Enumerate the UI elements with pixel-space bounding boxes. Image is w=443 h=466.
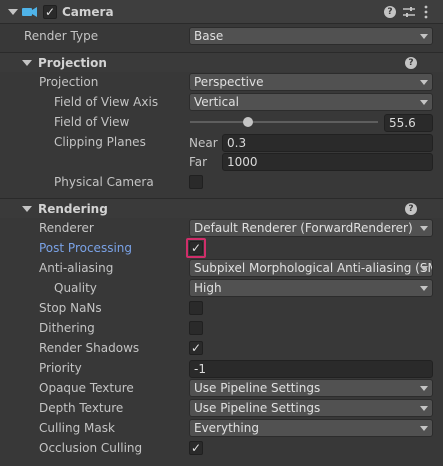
more-icon[interactable]	[423, 5, 429, 19]
dithering-label: Dithering	[39, 321, 95, 335]
help-icon[interactable]: ?	[405, 203, 417, 215]
dithering-checkbox[interactable]	[189, 321, 203, 335]
fov-slider-thumb[interactable]	[243, 117, 254, 127]
fov-axis-dropdown[interactable]: Vertical	[189, 93, 433, 111]
near-label: Near	[189, 136, 218, 150]
quality-dropdown[interactable]: High	[189, 279, 433, 297]
render-type-label: Render Type	[24, 29, 99, 43]
render-type-dropdown[interactable]: Base	[189, 27, 433, 45]
opaque-texture-value: Use Pipeline Settings	[194, 381, 321, 395]
fov-input[interactable]: 55.6	[384, 114, 433, 132]
rendering-section-title: Rendering	[38, 202, 108, 216]
projection-dropdown[interactable]: Perspective	[189, 73, 433, 91]
render-shadows-label: Render Shadows	[39, 341, 140, 355]
foldout-icon[interactable]	[22, 60, 32, 66]
priority-input[interactable]: -1	[189, 360, 433, 378]
physical-camera-checkbox[interactable]	[189, 175, 203, 189]
projection-value: Perspective	[194, 75, 264, 89]
stop-nans-label: Stop NaNs	[39, 301, 102, 315]
chevron-down-icon	[420, 286, 428, 291]
anti-aliasing-label: Anti-aliasing	[39, 261, 114, 275]
post-processing-label: Post Processing	[39, 241, 132, 255]
rendering-section-header[interactable]: Rendering ?	[0, 198, 443, 218]
culling-mask-dropdown[interactable]: Everything	[189, 419, 433, 437]
help-icon[interactable]: ?	[405, 57, 417, 69]
projection-label: Projection	[39, 75, 99, 89]
stop-nans-checkbox[interactable]	[189, 301, 203, 315]
component-title: Camera	[62, 5, 114, 19]
quality-label: Quality	[54, 281, 97, 295]
opaque-texture-label: Opaque Texture	[39, 381, 134, 395]
fov-slider-track	[190, 121, 378, 123]
opaque-texture-dropdown[interactable]: Use Pipeline Settings	[189, 379, 433, 397]
anti-aliasing-dropdown[interactable]: Subpixel Morphological Anti-aliasing (SM	[189, 259, 433, 277]
fov-slider[interactable]	[190, 113, 378, 131]
chevron-down-icon	[420, 80, 428, 85]
projection-section-title: Projection	[38, 56, 107, 70]
fov-axis-label: Field of View Axis	[54, 95, 159, 109]
settings-sliders-icon[interactable]	[402, 5, 416, 19]
far-input[interactable]: 1000	[222, 153, 433, 171]
far-label: Far	[189, 155, 208, 169]
projection-section-header[interactable]: Projection ?	[0, 52, 443, 72]
chevron-down-icon	[420, 386, 428, 391]
priority-label: Priority	[39, 361, 82, 375]
chevron-down-icon	[420, 34, 428, 39]
depth-texture-label: Depth Texture	[39, 401, 124, 415]
renderer-value: Default Renderer (ForwardRenderer)	[194, 221, 413, 235]
render-shadows-checkbox[interactable]: ✓	[189, 341, 203, 355]
fov-label: Field of View	[54, 115, 130, 129]
foldout-icon[interactable]	[22, 206, 32, 212]
fov-axis-value: Vertical	[194, 95, 239, 109]
foldout-icon[interactable]	[8, 9, 18, 15]
chevron-down-icon	[420, 226, 428, 231]
camera-icon	[22, 6, 38, 18]
help-icon[interactable]: ?	[384, 6, 396, 18]
depth-texture-value: Use Pipeline Settings	[194, 401, 321, 415]
chevron-down-icon	[420, 266, 428, 271]
post-processing-checkbox[interactable]: ✓	[189, 241, 203, 255]
culling-mask-label: Culling Mask	[39, 421, 115, 435]
clipping-planes-label: Clipping Planes	[54, 135, 146, 149]
chevron-down-icon	[420, 100, 428, 105]
occlusion-culling-label: Occlusion Culling	[39, 441, 143, 455]
chevron-down-icon	[420, 406, 428, 411]
component-header: ✓ Camera ?	[0, 0, 443, 24]
renderer-label: Renderer	[39, 221, 94, 235]
anti-aliasing-value: Subpixel Morphological Anti-aliasing (SM	[194, 261, 433, 275]
renderer-dropdown[interactable]: Default Renderer (ForwardRenderer)	[189, 219, 433, 237]
chevron-down-icon	[420, 426, 428, 431]
culling-mask-value: Everything	[194, 421, 259, 435]
quality-value: High	[194, 281, 222, 295]
physical-camera-label: Physical Camera	[54, 175, 154, 189]
depth-texture-dropdown[interactable]: Use Pipeline Settings	[189, 399, 433, 417]
occlusion-culling-checkbox[interactable]: ✓	[189, 441, 203, 455]
component-enabled-checkbox[interactable]: ✓	[43, 5, 57, 19]
near-input[interactable]: 0.3	[222, 134, 433, 152]
render-type-value: Base	[194, 29, 224, 43]
